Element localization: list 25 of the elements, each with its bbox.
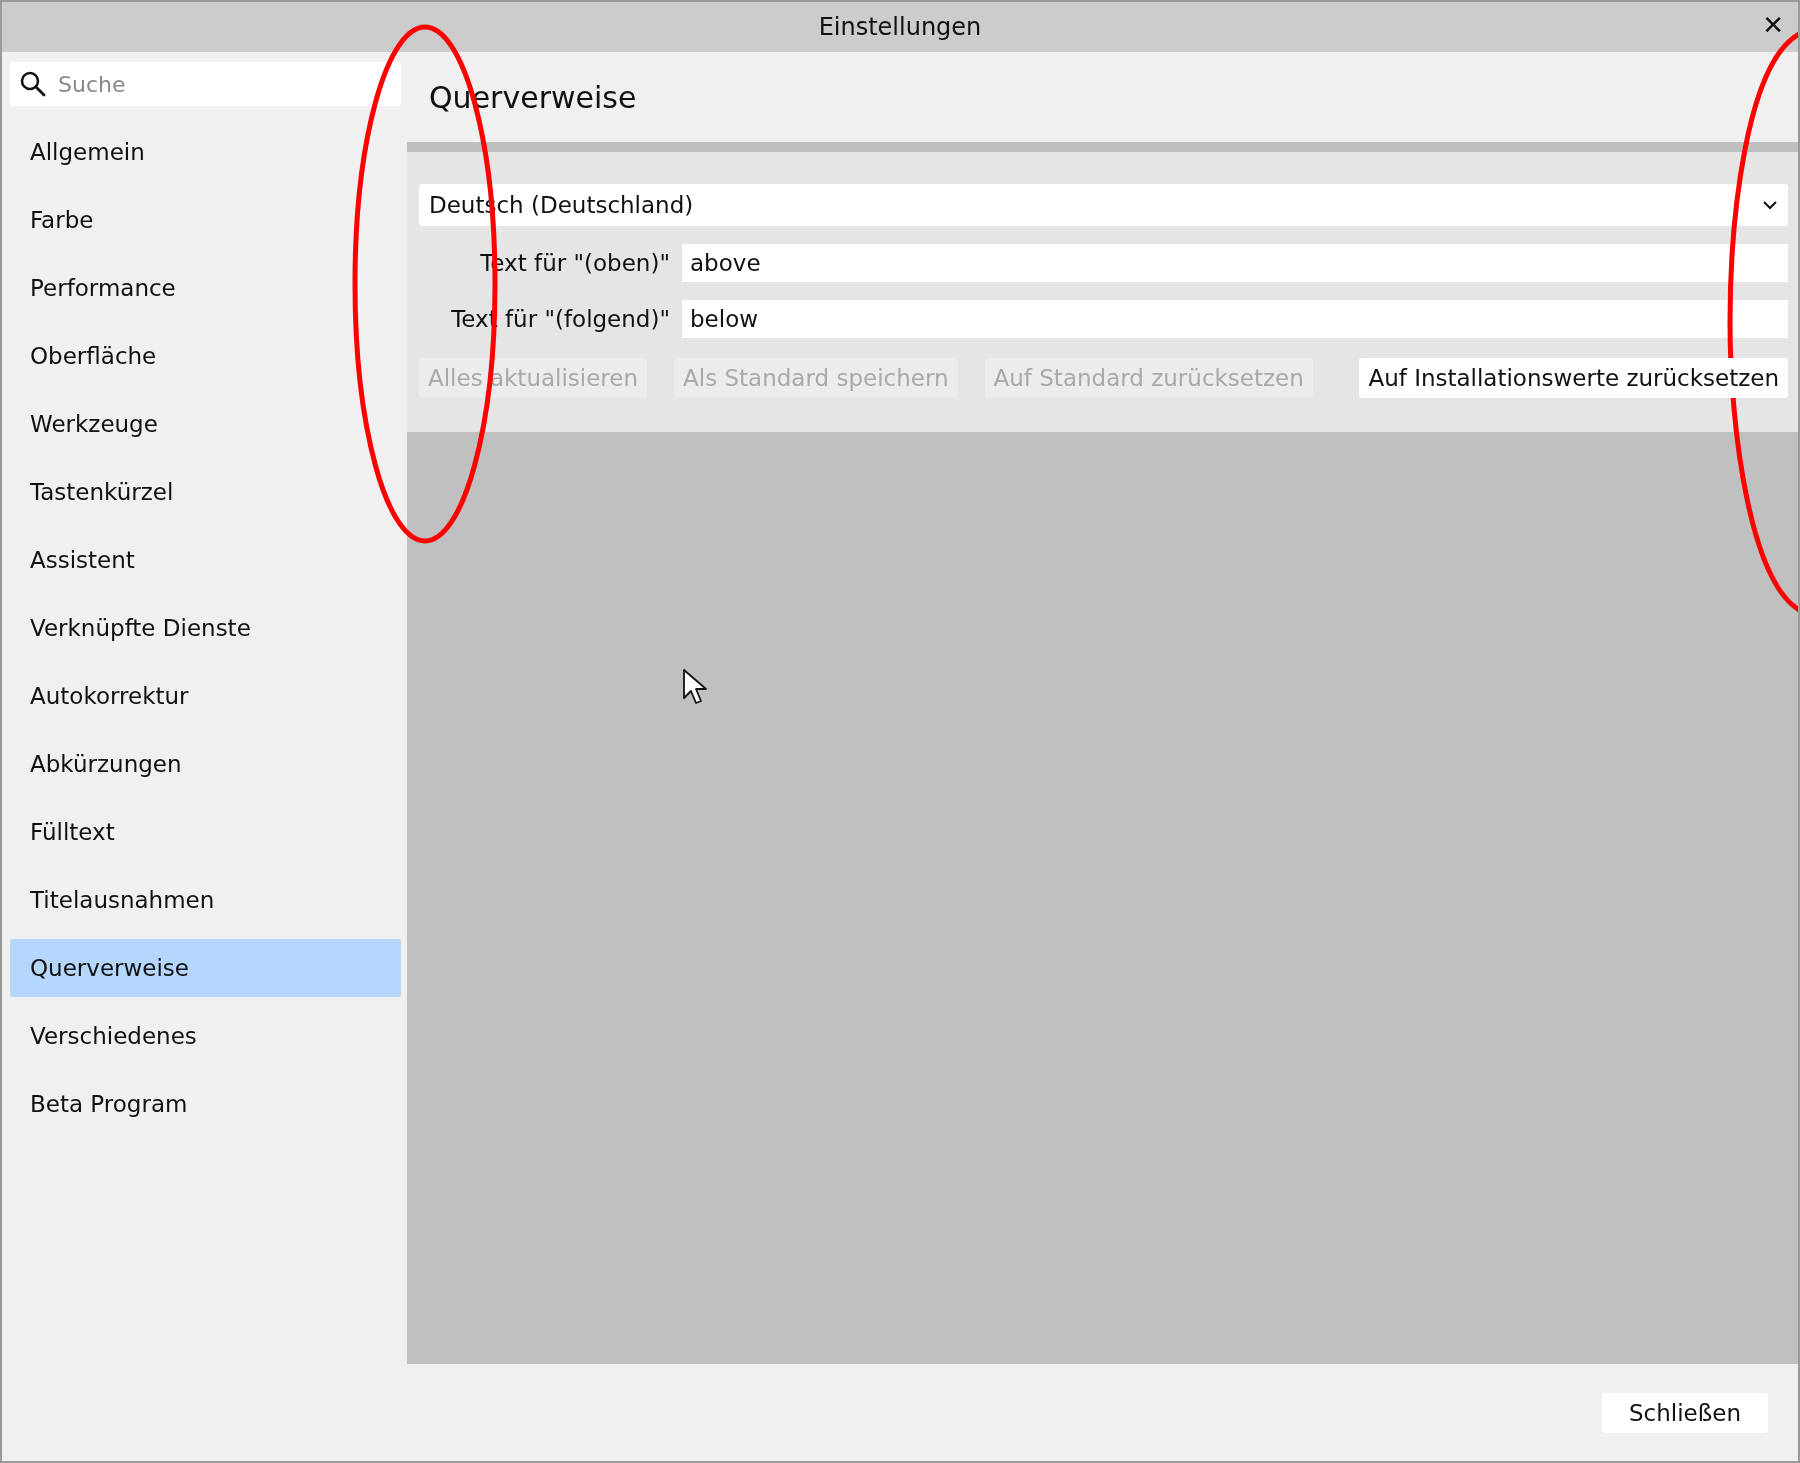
- sidebar-item[interactable]: Beta Program: [10, 1075, 401, 1133]
- sidebar-item[interactable]: Allgemein: [10, 123, 401, 181]
- sidebar-item[interactable]: Verknüpfte Dienste: [10, 599, 401, 657]
- window-title: Einstellungen: [818, 13, 982, 41]
- sidebar-item[interactable]: Tastenkürzel: [10, 463, 401, 521]
- sidebar-item[interactable]: Verschiedenes: [10, 1007, 401, 1065]
- search-field[interactable]: Suche: [10, 62, 401, 106]
- sidebar-item[interactable]: Performance: [10, 259, 401, 317]
- close-button[interactable]: ✕: [1758, 10, 1788, 40]
- sidebar-item[interactable]: Fülltext: [10, 803, 401, 861]
- input-field[interactable]: below: [682, 300, 1788, 338]
- mouse-pointer-icon: [682, 668, 708, 706]
- action-button[interactable]: Auf Installationswerte zurücksetzen: [1359, 358, 1788, 398]
- close-dialog-button[interactable]: Schließen: [1602, 1392, 1768, 1433]
- sidebar-item[interactable]: Querverweise: [10, 939, 401, 997]
- search-icon: [20, 71, 46, 97]
- chevron-down-icon: [1762, 200, 1778, 210]
- sidebar-item[interactable]: Assistent: [10, 531, 401, 589]
- sidebar-item[interactable]: Werkzeuge: [10, 395, 401, 453]
- sidebar-item[interactable]: Farbe: [10, 191, 401, 249]
- sidebar-item[interactable]: Abkürzungen: [10, 735, 401, 793]
- sidebar-item[interactable]: Titelausnahmen: [10, 871, 401, 929]
- sidebar-item[interactable]: Autokorrektur: [10, 667, 401, 725]
- input-field[interactable]: above: [682, 244, 1788, 282]
- sidebar-item[interactable]: Oberfläche: [10, 327, 401, 385]
